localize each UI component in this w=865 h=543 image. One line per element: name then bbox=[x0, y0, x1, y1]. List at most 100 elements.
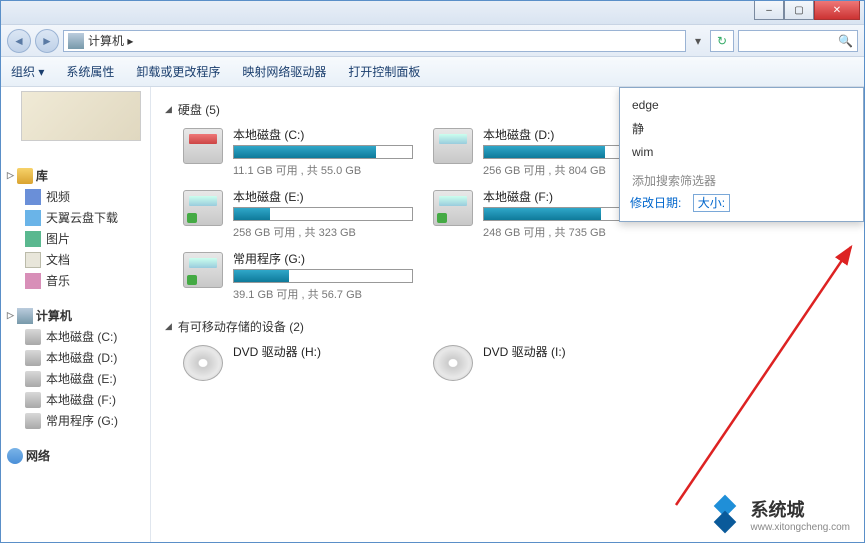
dvd-name: DVD 驱动器 (H:) bbox=[233, 343, 413, 360]
back-button[interactable]: ◄ bbox=[7, 29, 31, 53]
document-icon bbox=[25, 252, 41, 268]
caret-icon: ▷ bbox=[7, 170, 14, 181]
music-icon bbox=[25, 273, 41, 289]
drive-stats: 11.1 GB 可用 , 共 55.0 GB bbox=[233, 162, 413, 178]
dvd-icon bbox=[183, 345, 223, 381]
drive-usage-bar bbox=[233, 145, 413, 159]
drive-usage-bar bbox=[233, 207, 413, 221]
sidebar-item-pictures[interactable]: 图片 bbox=[7, 228, 144, 249]
video-icon bbox=[25, 189, 41, 205]
computer-label: 计算机 bbox=[36, 307, 72, 324]
dvd-list: DVD 驱动器 (H:) DVD 驱动器 (I:) bbox=[183, 343, 850, 381]
drive-name: 本地磁盘 (E:) bbox=[233, 188, 413, 205]
address-text: 计算机 ▸ bbox=[88, 32, 133, 49]
watermark-logo-icon bbox=[705, 494, 745, 534]
dvd-icon bbox=[433, 345, 473, 381]
search-filters: 修改日期: 大小: bbox=[630, 194, 853, 211]
search-filter-hint: 添加搜索筛选器 bbox=[630, 169, 853, 192]
library-header[interactable]: ▷ 库 bbox=[7, 165, 144, 186]
dvd-name: DVD 驱动器 (I:) bbox=[483, 343, 663, 360]
watermark: 系统城 www.xitongcheng.com bbox=[705, 494, 851, 534]
library-label: 库 bbox=[36, 167, 48, 184]
sidebar-item-drive-d[interactable]: 本地磁盘 (D:) bbox=[7, 347, 144, 368]
forward-button[interactable]: ► bbox=[35, 29, 59, 53]
drive-item[interactable]: 本地磁盘 (C:) 11.1 GB 可用 , 共 55.0 GB bbox=[183, 126, 413, 178]
drive-item[interactable]: 本地磁盘 (E:) 258 GB 可用 , 共 323 GB bbox=[183, 188, 413, 240]
minimize-button[interactable]: – bbox=[754, 1, 784, 20]
search-suggestion[interactable]: edge bbox=[630, 94, 853, 116]
caret-icon: ▷ bbox=[7, 310, 14, 321]
address-dropdown[interactable]: ▾ bbox=[690, 31, 706, 51]
command-bar: 组织 ▾ 系统属性 卸载或更改程序 映射网络驱动器 打开控制面板 bbox=[1, 57, 864, 87]
drive-stats: 39.1 GB 可用 , 共 56.7 GB bbox=[233, 286, 413, 302]
drive-icon bbox=[433, 128, 473, 164]
maximize-button[interactable]: ▢ bbox=[784, 1, 814, 20]
body: ▷ 库 视频 天翼云盘下载 图片 文档 音乐 ▷ 计算机 本地磁盘 (C:) 本… bbox=[1, 87, 864, 542]
drive-usage-bar bbox=[233, 269, 413, 283]
collapse-icon: ◢ bbox=[165, 104, 172, 115]
drive-stats: 248 GB 可用 , 共 735 GB bbox=[483, 224, 663, 240]
explorer-window: – ▢ ✕ ◄ ► 计算机 ▸ ▾ ↻ 🔍 组织 ▾ 系统属性 卸载或更改程序 … bbox=[0, 0, 865, 543]
library-group: ▷ 库 视频 天翼云盘下载 图片 文档 音乐 bbox=[7, 165, 144, 291]
sidebar-item-cloud[interactable]: 天翼云盘下载 bbox=[7, 207, 144, 228]
disk-icon bbox=[25, 413, 41, 429]
dvd-item[interactable]: DVD 驱动器 (H:) bbox=[183, 343, 413, 381]
filter-date-link[interactable]: 修改日期: bbox=[630, 196, 681, 210]
close-button[interactable]: ✕ bbox=[814, 1, 860, 20]
removable-section-header[interactable]: ◢ 有可移动存储的设备 (2) bbox=[165, 318, 850, 335]
organize-menu[interactable]: 组织 ▾ bbox=[11, 63, 44, 80]
uninstall-button[interactable]: 卸载或更改程序 bbox=[136, 63, 220, 80]
library-icon bbox=[17, 168, 33, 184]
drive-icon bbox=[183, 190, 223, 226]
preview-thumbnail bbox=[21, 91, 141, 141]
search-suggestion[interactable]: wim bbox=[630, 141, 853, 163]
disk-icon bbox=[25, 371, 41, 387]
drive-name: 常用程序 (G:) bbox=[233, 250, 413, 267]
cloud-icon bbox=[25, 210, 41, 226]
drive-name: 本地磁盘 (C:) bbox=[233, 126, 413, 143]
map-drive-button[interactable]: 映射网络驱动器 bbox=[242, 63, 326, 80]
drive-item[interactable]: 常用程序 (G:) 39.1 GB 可用 , 共 56.7 GB bbox=[183, 250, 413, 302]
system-properties-button[interactable]: 系统属性 bbox=[66, 63, 114, 80]
collapse-icon: ◢ bbox=[165, 321, 172, 332]
computer-group: ▷ 计算机 本地磁盘 (C:) 本地磁盘 (D:) 本地磁盘 (E:) 本地磁盘… bbox=[7, 305, 144, 431]
dvd-item[interactable]: DVD 驱动器 (I:) bbox=[433, 343, 663, 381]
watermark-url: www.xitongcheng.com bbox=[751, 522, 851, 533]
network-icon bbox=[7, 448, 23, 464]
drive-icon bbox=[183, 128, 223, 164]
drive-icon bbox=[183, 252, 223, 288]
computer-icon bbox=[68, 33, 84, 49]
watermark-title: 系统城 bbox=[751, 496, 851, 522]
network-label: 网络 bbox=[26, 447, 50, 464]
sidebar-item-drive-c[interactable]: 本地磁盘 (C:) bbox=[7, 326, 144, 347]
search-icon: 🔍 bbox=[838, 34, 853, 48]
computer-header[interactable]: ▷ 计算机 bbox=[7, 305, 144, 326]
sidebar-item-drive-g[interactable]: 常用程序 (G:) bbox=[7, 410, 144, 431]
search-box[interactable]: 🔍 bbox=[738, 30, 858, 52]
sidebar-item-drive-f[interactable]: 本地磁盘 (F:) bbox=[7, 389, 144, 410]
drive-stats: 258 GB 可用 , 共 323 GB bbox=[233, 224, 413, 240]
drive-icon bbox=[433, 190, 473, 226]
sidebar-item-video[interactable]: 视频 bbox=[7, 186, 144, 207]
network-header[interactable]: 网络 bbox=[7, 445, 144, 466]
disk-icon bbox=[25, 329, 41, 345]
navigation-pane: ▷ 库 视频 天翼云盘下载 图片 文档 音乐 ▷ 计算机 本地磁盘 (C:) 本… bbox=[1, 87, 151, 542]
disk-icon bbox=[25, 392, 41, 408]
sidebar-item-drive-e[interactable]: 本地磁盘 (E:) bbox=[7, 368, 144, 389]
search-suggestion[interactable]: 静 bbox=[630, 116, 853, 141]
content-pane: ◢ 硬盘 (5) 本地磁盘 (C:)11.1 GB 可用 , 共 55.0 GB… bbox=[151, 87, 864, 542]
network-group: 网络 bbox=[7, 445, 144, 466]
address-bar[interactable]: 计算机 ▸ bbox=[63, 30, 686, 52]
sidebar-item-music[interactable]: 音乐 bbox=[7, 270, 144, 291]
navigation-bar: ◄ ► 计算机 ▸ ▾ ↻ 🔍 bbox=[1, 25, 864, 57]
sidebar-item-documents[interactable]: 文档 bbox=[7, 249, 144, 270]
search-suggestions-dropdown: edge 静 wim 添加搜索筛选器 修改日期: 大小: bbox=[619, 87, 864, 222]
control-panel-button[interactable]: 打开控制面板 bbox=[348, 63, 420, 80]
filter-size-link[interactable]: 大小: bbox=[693, 194, 730, 212]
picture-icon bbox=[25, 231, 41, 247]
computer-icon bbox=[17, 308, 33, 324]
refresh-button[interactable]: ↻ bbox=[710, 30, 734, 52]
window-controls: – ▢ ✕ bbox=[754, 1, 860, 20]
titlebar: – ▢ ✕ bbox=[1, 1, 864, 25]
disk-icon bbox=[25, 350, 41, 366]
